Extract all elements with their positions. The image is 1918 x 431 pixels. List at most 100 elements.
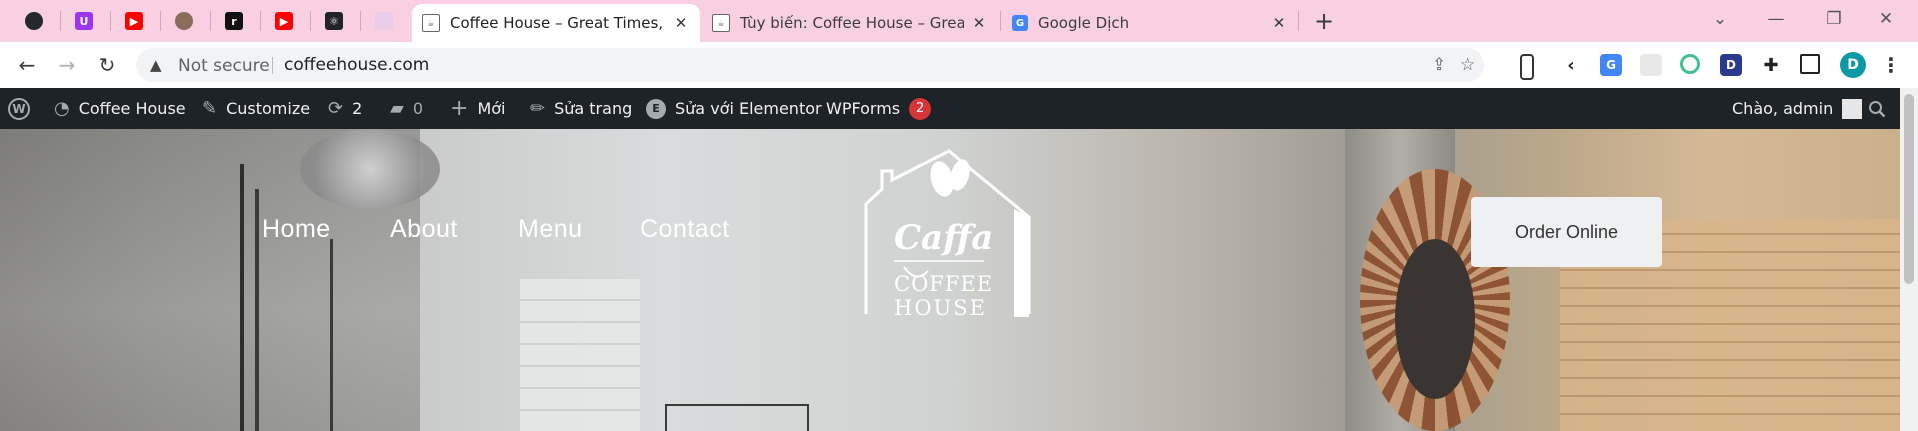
warning-triangle-icon: ▲ (150, 56, 162, 74)
dashboard-gauge-icon: ◔ (54, 98, 70, 119)
side-panel-icon[interactable] (1800, 54, 1820, 74)
youtube-icon: ▶ (125, 12, 143, 30)
wpforms-label: WPForms (826, 99, 901, 118)
extension-d-icon[interactable]: D (1720, 54, 1742, 76)
disco-ball (300, 129, 440, 209)
tab-search-chevron-icon[interactable]: ⌄ (1700, 9, 1740, 33)
reload-button[interactable]: ↻ (92, 50, 122, 80)
pinned-tab[interactable]: U (66, 0, 102, 42)
comments-count: 0 (412, 99, 424, 118)
pinned-tab[interactable]: r (216, 0, 252, 42)
minimize-button[interactable]: — (1756, 9, 1796, 33)
google-translate-icon: G (1012, 15, 1028, 31)
maximize-button[interactable]: ❐ (1814, 9, 1854, 33)
scrimba-icon: U (75, 12, 93, 30)
updates-count: 2 (352, 99, 363, 118)
coffee-house-favicon-icon: ☕ (712, 14, 730, 32)
new-label: Mới (477, 99, 506, 118)
tab-separator (60, 11, 61, 31)
profile-avatar[interactable]: D (1840, 52, 1866, 78)
my-account-button[interactable]: Chào, admin (1732, 88, 1863, 129)
wordpress-icon: W (8, 97, 30, 120)
extension-translate-icon[interactable]: G (1600, 54, 1622, 76)
updates-refresh-icon: ⟳ (328, 98, 344, 119)
logo-brand: Caffa (894, 218, 993, 258)
tab-coffee-house[interactable]: ☕ Coffee House – Great Times, Goo ✕ (412, 4, 700, 42)
extension-arrow-icon[interactable]: ‹ (1560, 54, 1582, 76)
nav-about-link[interactable]: About (390, 215, 458, 244)
scrollbar-thumb[interactable] (1904, 94, 1914, 284)
pinned-tab[interactable]: ⚛ (316, 0, 352, 42)
tab-separator (260, 11, 261, 31)
admin-search-button[interactable] (1868, 88, 1886, 129)
wpforms-button[interactable]: WPForms 2 (826, 88, 932, 129)
coffee-house-logo[interactable]: Caffa COFFEE HOUSE (864, 149, 1064, 319)
updates-button[interactable]: ⟳ 2 (328, 88, 362, 129)
url-text[interactable]: coffeehouse.com (284, 55, 429, 75)
customize-label: Customize (226, 99, 311, 118)
site-name-button[interactable]: ◔ Coffee House (54, 88, 186, 129)
menu-kebab-icon[interactable]: ⋮ (1880, 53, 1902, 77)
tab-separator (310, 11, 311, 31)
hero-bg-frame (665, 404, 809, 431)
tab-customize[interactable]: ☕ Tùy biến: Coffee House – Great T ✕ (702, 4, 998, 42)
github-icon (25, 12, 43, 30)
comments-button[interactable]: ▰ 0 (390, 88, 423, 129)
browser-toolbar: ← → ↻ ▲ Not secure coffeehouse.com ⇪ ☆ ‹… (0, 42, 1918, 88)
tab-title: Tùy biến: Coffee House – Great T (740, 14, 964, 32)
logo-house: HOUSE (894, 296, 987, 319)
logo-wall (1014, 209, 1029, 317)
forward-button[interactable]: → (52, 50, 82, 80)
edit-page-label: Sửa trang (554, 99, 633, 118)
elementor-button[interactable]: E Sửa với Elementor (646, 88, 822, 129)
extension-battery-icon[interactable] (1520, 54, 1534, 80)
greeting-label: Chào, admin (1732, 99, 1834, 118)
blank-tab-icon (375, 12, 393, 30)
hero-section: Home About Menu Contact Caffa COFFEE HOU… (0, 129, 1900, 431)
comment-bubble-icon: ▰ (390, 98, 404, 119)
close-icon[interactable]: ✕ (672, 14, 690, 32)
customize-button[interactable]: ✎ Customize (202, 88, 310, 129)
pinned-tab[interactable] (166, 0, 202, 42)
nav-menu-link[interactable]: Menu (518, 215, 583, 244)
extension-ring-icon[interactable] (1680, 54, 1700, 74)
order-online-button[interactable]: Order Online (1471, 197, 1662, 267)
bookmark-star-icon[interactable]: ☆ (1460, 55, 1475, 75)
tab-separator (210, 11, 211, 31)
share-icon[interactable]: ⇪ (1432, 55, 1446, 75)
address-bar[interactable]: ▲ Not secure coffeehouse.com ⇪ ☆ (136, 48, 1484, 82)
hero-bg-pole (330, 239, 333, 431)
tab-separator (360, 11, 361, 31)
extension-blank-icon[interactable] (1640, 54, 1662, 76)
tab-separator (110, 11, 111, 31)
tab-google-translate[interactable]: G Google Dịch ✕ (1002, 4, 1298, 42)
edit-page-button[interactable]: ✏ Sửa trang (530, 88, 632, 129)
elementor-icon: E (646, 98, 666, 119)
pinned-tab[interactable] (366, 0, 402, 42)
rlogo-icon: r (225, 12, 243, 30)
close-icon[interactable]: ✕ (970, 14, 988, 32)
nav-home-link[interactable]: Home (262, 215, 331, 244)
tab-separator (1000, 11, 1001, 31)
new-tab-button[interactable]: + (1310, 9, 1338, 35)
tab-separator (160, 11, 161, 31)
page-scrollbar[interactable] (1900, 88, 1918, 431)
extensions-puzzle-icon[interactable]: ✚ (1760, 54, 1782, 76)
pinned-tab[interactable] (16, 0, 52, 42)
back-button[interactable]: ← (12, 50, 42, 80)
pinned-tab[interactable]: ▶ (266, 0, 302, 42)
window-close-button[interactable]: ✕ (1866, 9, 1906, 33)
tab-strip: U ▶ r ▶ ⚛ ☕ Coffee House – Great Times, Goo … (0, 0, 1918, 42)
wordpress-logo-button[interactable]: W (8, 88, 30, 129)
new-content-button[interactable]: + Mới (450, 88, 505, 129)
close-icon[interactable]: ✕ (1270, 14, 1288, 32)
pinned-tab[interactable]: ▶ (116, 0, 152, 42)
admin-avatar (1842, 98, 1863, 119)
hero-bg-tiles (520, 279, 640, 431)
search-icon (1869, 100, 1886, 117)
youtube-icon: ▶ (275, 12, 293, 30)
coffee-house-favicon-icon: ☕ (422, 14, 440, 32)
security-status[interactable]: Not secure (178, 56, 270, 76)
plus-icon: + (450, 96, 469, 121)
nav-contact-link[interactable]: Contact (640, 215, 730, 244)
